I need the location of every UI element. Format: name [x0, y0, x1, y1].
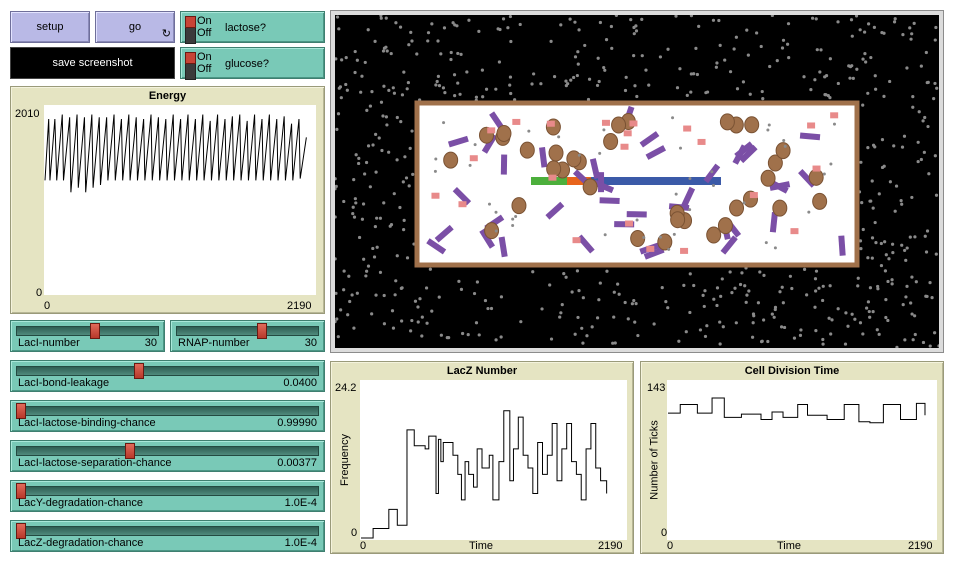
- slider-track: [16, 526, 319, 536]
- go-button-label: go: [128, 21, 142, 33]
- world-canvas[interactable]: [335, 15, 939, 348]
- go-button[interactable]: go ↻: [95, 11, 175, 43]
- lacz-degradation-slider[interactable]: LacZ-degradation-chance 1.0E-4: [10, 520, 325, 552]
- lacz-number-plot: LacZ Number 24.2 0 Frequency 0 Time 2190: [330, 361, 634, 554]
- series-line: [361, 410, 608, 539]
- slider-value: 1.0E-4: [284, 537, 317, 549]
- slider-track: [16, 366, 319, 376]
- series-line: [44, 114, 307, 193]
- dna-strand: [531, 177, 721, 185]
- slider-track: [16, 406, 319, 416]
- world-view[interactable]: [330, 10, 944, 353]
- laci-lactose-separation-slider[interactable]: LacI-lactose-separation-chance 0.00377: [10, 440, 325, 472]
- forever-icon: ↻: [161, 28, 171, 40]
- y-max-label: 24.2: [335, 382, 357, 394]
- switch-knob[interactable]: [185, 52, 196, 64]
- plot-title: LacZ Number: [446, 365, 518, 377]
- division-plot-area: [667, 380, 937, 540]
- energy-plot-area: [44, 105, 316, 295]
- switch-off-label: Off: [197, 63, 212, 75]
- slider-name: LacI-lactose-binding-chance: [18, 417, 156, 429]
- save-screenshot-button[interactable]: save screenshot: [10, 47, 175, 79]
- slider-track: [176, 326, 319, 336]
- glucose-switch[interactable]: On Off glucose?: [180, 47, 325, 80]
- slider-name: RNAP-number: [178, 337, 250, 349]
- energy-plot: Energy 2010 0 0 2190: [10, 86, 325, 314]
- switch-off-label: Off: [197, 27, 212, 39]
- slider-name: LacY-degradation-chance: [18, 497, 143, 509]
- slider-value: 0.00377: [277, 457, 317, 469]
- cell-division-plot: Cell Division Time 143 0 Number of Ticks…: [640, 361, 944, 554]
- x-min-label: 0: [44, 300, 51, 312]
- slider-track: [16, 326, 159, 336]
- slider-name: LacZ-degradation-chance: [18, 537, 144, 549]
- lacy-degradation-slider[interactable]: LacY-degradation-chance 1.0E-4: [10, 480, 325, 512]
- setup-button-label: setup: [36, 21, 64, 33]
- slider-value: 0.99990: [277, 417, 317, 429]
- y-axis-label: Frequency: [338, 434, 351, 486]
- series-line: [668, 397, 926, 424]
- slider-name: LacI-number: [18, 337, 80, 349]
- y-axis-label: Number of Ticks: [648, 420, 661, 500]
- x-min-label: 0: [360, 540, 367, 552]
- lacz-chart: [361, 410, 608, 539]
- switch-on-label: On: [197, 51, 212, 63]
- laci-bond-leakage-slider[interactable]: LacI-bond-leakage 0.0400: [10, 360, 325, 392]
- slider-value: 30: [304, 337, 317, 349]
- slider-knob[interactable]: [134, 363, 144, 379]
- slider-value: 30: [144, 337, 157, 349]
- x-max-label: 2190: [287, 300, 312, 312]
- y-min-label: 0: [36, 287, 43, 299]
- switch-on-label: On: [197, 15, 212, 27]
- energy-chart: [44, 114, 307, 193]
- slider-name: LacI-bond-leakage: [18, 377, 110, 389]
- y-max-label: 143: [647, 382, 666, 394]
- switch-label: lactose?: [225, 22, 266, 34]
- x-max-label: 2190: [908, 540, 933, 552]
- y-min-label: 0: [351, 527, 358, 539]
- division-chart: [668, 397, 926, 424]
- x-max-label: 2190: [598, 540, 623, 552]
- switch-knob[interactable]: [185, 16, 196, 28]
- laci-lactose-binding-slider[interactable]: LacI-lactose-binding-chance 0.99990: [10, 400, 325, 432]
- plot-title: Cell Division Time: [744, 365, 840, 377]
- x-axis-label: Time: [777, 540, 802, 552]
- lactose-switch[interactable]: On Off lactose?: [180, 11, 325, 44]
- save-screenshot-label: save screenshot: [52, 57, 133, 69]
- laci-number-slider[interactable]: LacI-number 30: [10, 320, 165, 352]
- x-axis-label: Time: [469, 540, 494, 552]
- x-min-label: 0: [667, 540, 674, 552]
- slider-name: LacI-lactose-separation-chance: [18, 457, 172, 469]
- slider-value: 1.0E-4: [284, 497, 317, 509]
- plot-title: Energy: [148, 90, 187, 102]
- y-max-label: 2010: [15, 108, 40, 120]
- slider-value: 0.0400: [283, 377, 317, 389]
- lacz-plot-area: [360, 380, 627, 540]
- rnap-number-slider[interactable]: RNAP-number 30: [170, 320, 325, 352]
- setup-button[interactable]: setup: [10, 11, 90, 43]
- slider-knob[interactable]: [257, 323, 267, 339]
- slider-knob[interactable]: [90, 323, 101, 339]
- slider-track: [16, 486, 319, 496]
- switch-label: glucose?: [225, 58, 270, 70]
- slider-track: [16, 446, 319, 456]
